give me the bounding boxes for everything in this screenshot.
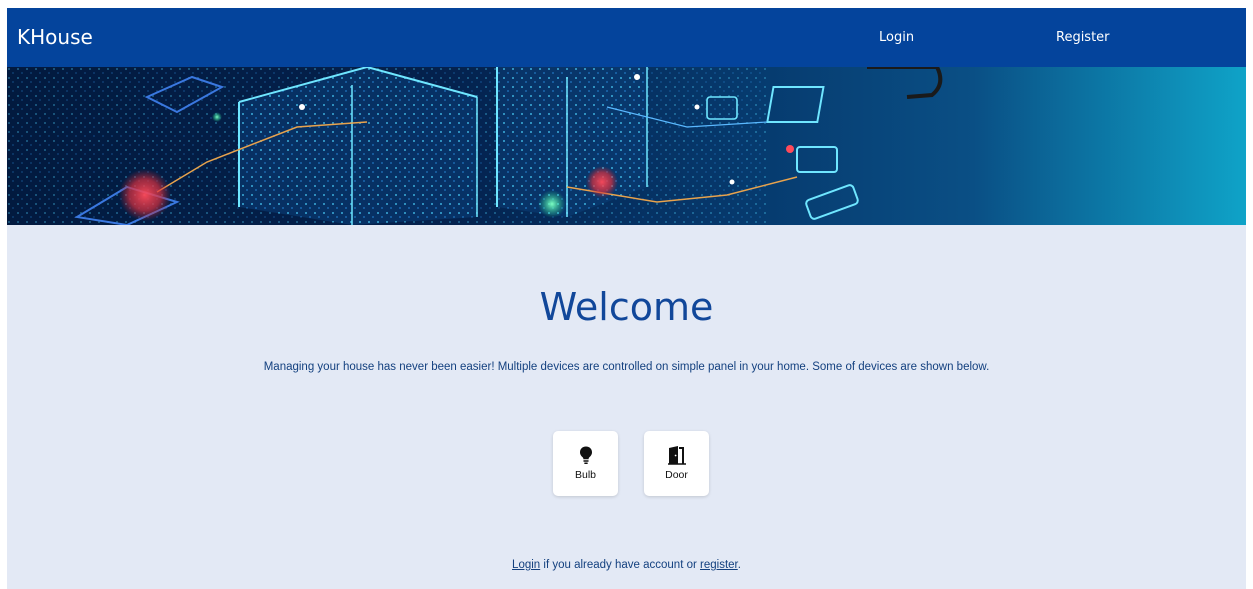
hero-banner (7, 67, 1246, 225)
nav-register-link[interactable]: Register (1056, 30, 1110, 46)
device-list: Bulb Door (553, 431, 713, 497)
nav-login-link[interactable]: Login (879, 30, 914, 46)
brand-logo[interactable]: KHouse (17, 25, 93, 49)
footer-register-link[interactable]: register (700, 559, 738, 571)
device-card-bulb[interactable]: Bulb (553, 431, 618, 496)
footer-middle-text: if you already have account or (540, 559, 701, 571)
footer-note: Login if you already have account or reg… (7, 557, 1246, 573)
footer-end-text: . (737, 559, 741, 571)
welcome-heading: Welcome (539, 285, 714, 329)
device-label-door: Door (665, 469, 688, 481)
door-icon (668, 446, 686, 465)
top-navbar: KHouse Login Register (7, 8, 1246, 67)
device-label-bulb: Bulb (574, 469, 596, 481)
footer-login-link[interactable]: Login (512, 559, 540, 571)
smart-home-banner-image (7, 67, 943, 225)
device-card-door[interactable]: Door (644, 431, 709, 496)
intro-text: Managing your house has never been easie… (263, 361, 990, 373)
bulb-icon (580, 446, 592, 464)
page: KHouse Login Register Welcome Managing y… (7, 8, 1246, 589)
